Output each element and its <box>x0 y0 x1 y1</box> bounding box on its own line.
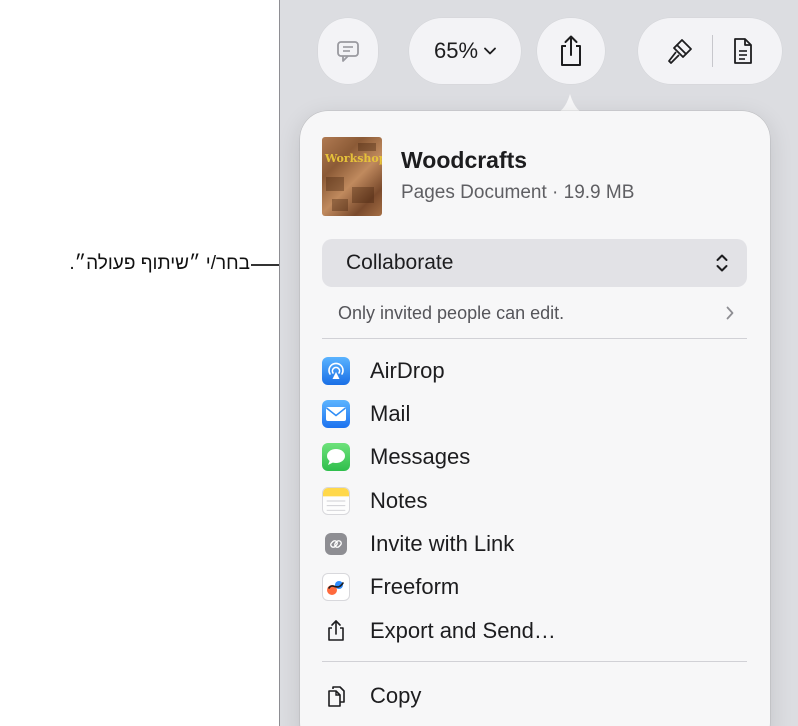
paintbrush-icon[interactable] <box>665 36 695 66</box>
export-icon <box>322 617 350 645</box>
menu-item-label: Copy <box>370 683 422 708</box>
messages-icon <box>322 443 350 471</box>
permissions-label: Only invited people can edit. <box>338 302 565 323</box>
menu-item-export-and-send[interactable]: Export and Send… <box>322 611 747 651</box>
permissions-row[interactable]: Only invited people can edit. <box>322 297 747 329</box>
document-thumbnail: Workshop <box>322 137 382 216</box>
format-toolbar-group <box>638 18 782 84</box>
menu-item-mail[interactable]: Mail <box>322 394 747 434</box>
menu-item-messages[interactable]: Messages <box>322 437 747 477</box>
callout-text: בחר/י ״שיתוף פעולה״. <box>69 253 250 274</box>
notes-icon <box>322 487 350 515</box>
menu-item-label: Invite with Link <box>370 531 515 556</box>
mail-icon <box>322 400 350 428</box>
document-meta: Pages Document · 19.9 MB <box>401 182 635 203</box>
share-button[interactable] <box>537 18 605 84</box>
separator <box>322 338 747 339</box>
menu-item-label: Export and Send… <box>370 618 556 643</box>
thumbnail-title: Workshop <box>325 152 382 165</box>
menu-item-label: Notes <box>370 488 428 513</box>
freeform-icon <box>322 573 350 601</box>
separator <box>322 661 747 662</box>
menu-item-copy[interactable]: Copy <box>322 676 747 716</box>
chevron-down-icon <box>484 47 496 55</box>
comment-button[interactable] <box>318 18 378 84</box>
menu-item-notes[interactable]: Notes <box>322 481 747 521</box>
menu-item-freeform[interactable]: Freeform <box>322 567 747 607</box>
menu-item-airdrop[interactable]: AirDrop <box>322 351 747 391</box>
collaborate-popup-button[interactable]: Collaborate <box>322 239 747 287</box>
menu-item-label: Freeform <box>370 574 460 599</box>
chevron-right-icon <box>726 306 734 320</box>
collaborate-label: Collaborate <box>346 251 454 274</box>
copy-icon <box>322 682 350 710</box>
up-down-chevron-icon <box>716 254 728 272</box>
zoom-label: 65% <box>433 38 479 63</box>
airdrop-icon <box>322 357 350 385</box>
menu-item-invite-with-link[interactable]: Invite with Link <box>322 524 747 564</box>
document-icon[interactable] <box>730 36 756 66</box>
zoom-button[interactable]: 65% <box>409 18 521 84</box>
comment-icon <box>337 41 359 62</box>
menu-item-label: Mail <box>370 401 411 426</box>
menu-item-label: Messages <box>370 444 471 469</box>
share-icon <box>561 35 581 66</box>
link-icon <box>325 533 347 555</box>
menu-item-label: AirDrop <box>370 358 445 383</box>
document-title: Woodcrafts <box>401 147 528 173</box>
toolbar-divider <box>711 35 713 67</box>
